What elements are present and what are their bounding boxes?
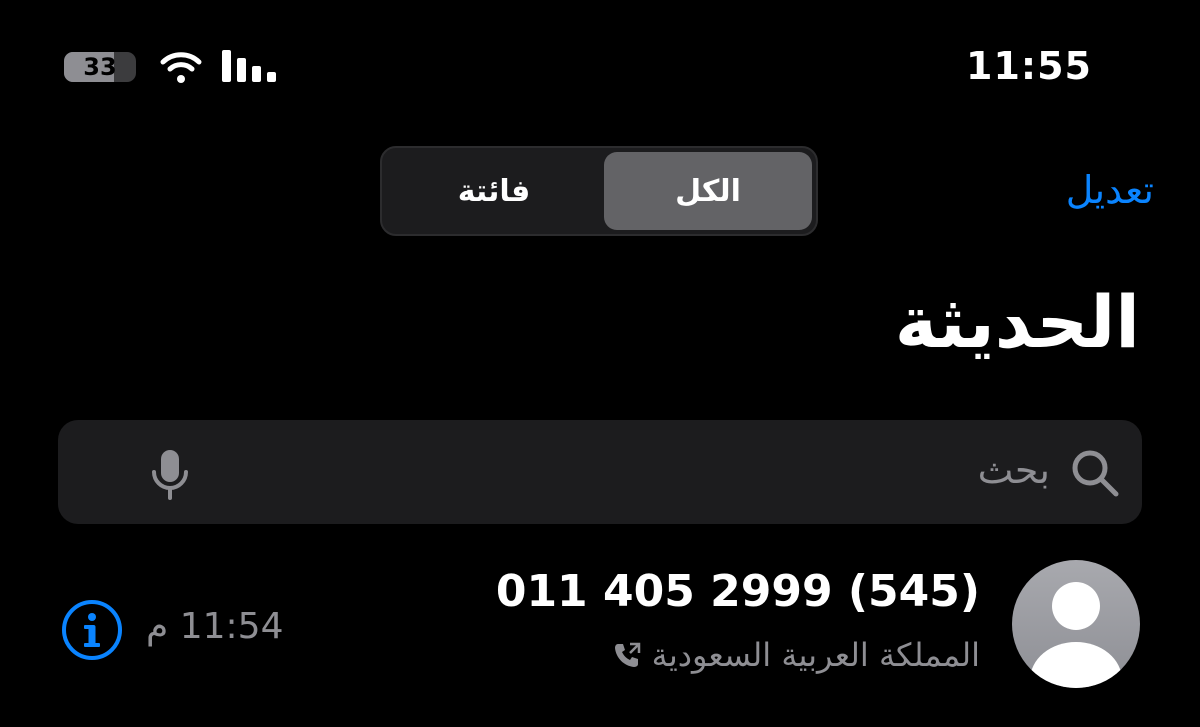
segment-missed[interactable]: فائتة bbox=[390, 152, 598, 230]
microphone-icon[interactable] bbox=[150, 448, 190, 502]
battery-level: 33 bbox=[83, 53, 117, 81]
wifi-icon bbox=[160, 52, 202, 83]
person-icon bbox=[1030, 582, 1122, 688]
contact-avatar bbox=[1012, 560, 1140, 688]
segment-all[interactable]: الكل bbox=[604, 152, 812, 230]
page-title: الحديثة bbox=[894, 280, 1140, 364]
cellular-signal-icon bbox=[222, 50, 276, 82]
search-field[interactable]: بحث bbox=[58, 420, 1142, 524]
call-location: المملكة العربية السعودية bbox=[651, 636, 980, 674]
search-placeholder: بحث bbox=[977, 448, 1050, 492]
call-time: 11:54 م bbox=[146, 606, 284, 647]
info-icon[interactable] bbox=[60, 598, 124, 662]
battery-indicator: 33 bbox=[64, 52, 136, 82]
call-location-row: المملكة العربية السعودية bbox=[612, 636, 980, 674]
recents-filter-segmented: فائتة الكل bbox=[380, 146, 818, 236]
caller-number[interactable]: 011 405 2999 (545) bbox=[496, 566, 980, 617]
status-time: 11:55 bbox=[966, 44, 1092, 88]
search-icon bbox=[1072, 450, 1119, 497]
edit-button[interactable]: تعديل bbox=[1066, 168, 1154, 212]
outgoing-call-icon bbox=[614, 642, 640, 667]
